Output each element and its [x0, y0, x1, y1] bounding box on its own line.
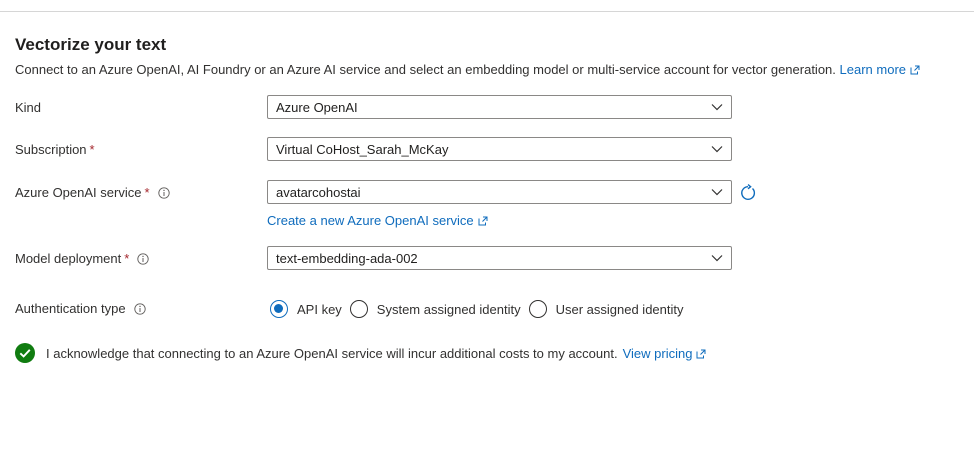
external-link-icon — [910, 65, 920, 75]
radio-user-assigned-identity[interactable]: User assigned identity — [528, 300, 684, 318]
auth-type-label-text: Authentication type — [15, 301, 126, 316]
openai-service-value: avatarcohostai — [276, 184, 361, 200]
subscription-dropdown[interactable]: Virtual CoHost_Sarah_McKay — [267, 137, 732, 161]
subscription-value: Virtual CoHost_Sarah_McKay — [276, 141, 449, 157]
external-link-icon — [478, 216, 488, 226]
acknowledgement-row: I acknowledge that connecting to an Azur… — [15, 343, 706, 363]
info-icon[interactable] — [157, 186, 170, 199]
kind-value: Azure OpenAI — [276, 99, 358, 115]
auth-type-label: Authentication type — [15, 301, 146, 316]
required-marker: * — [144, 185, 150, 200]
radio-button[interactable] — [349, 300, 368, 318]
radio-button-checked[interactable] — [270, 300, 288, 318]
top-divider — [0, 11, 974, 12]
radio-system-assigned-identity-label: System assigned identity — [376, 301, 521, 317]
radio-api-key[interactable]: API key — [270, 300, 342, 318]
chevron-down-icon — [711, 104, 723, 111]
info-icon[interactable] — [133, 302, 146, 315]
refresh-icon[interactable] — [739, 184, 757, 202]
kind-dropdown[interactable]: Azure OpenAI — [267, 95, 732, 119]
radio-user-assigned-identity-label: User assigned identity — [555, 301, 684, 317]
external-link-icon — [696, 349, 706, 358]
section-title: Vectorize your text — [15, 35, 167, 54]
subscription-label: Subscription * — [15, 142, 95, 157]
radio-button[interactable] — [528, 300, 547, 318]
chevron-down-icon — [711, 189, 723, 196]
chevron-down-icon — [711, 255, 723, 262]
learn-more-label: Learn more — [839, 62, 907, 77]
view-pricing-label: View pricing — [622, 345, 693, 361]
create-openai-service-label: Create a new Azure OpenAI service — [267, 213, 474, 228]
auth-type-radio-group: API key System assigned identity User as… — [270, 300, 692, 318]
chevron-down-icon — [711, 146, 723, 153]
kind-label-text: Kind — [15, 100, 42, 115]
openai-service-dropdown[interactable]: avatarcohostai — [267, 180, 732, 204]
kind-label: Kind — [15, 100, 41, 115]
openai-service-label: Azure OpenAI service * — [15, 185, 170, 200]
openai-service-label-text: Azure OpenAI service — [15, 185, 142, 200]
radio-system-assigned-identity[interactable]: System assigned identity — [349, 300, 521, 318]
model-deployment-value: text-embedding-ada-002 — [276, 250, 418, 266]
model-deployment-label-text: Model deployment — [15, 251, 122, 266]
checkmark-circle-icon[interactable] — [15, 343, 35, 363]
radio-api-key-label: API key — [297, 301, 342, 317]
section-description: Connect to an Azure OpenAI, AI Foundry o… — [15, 62, 920, 77]
required-marker: * — [89, 142, 95, 157]
view-pricing-link[interactable]: View pricing — [623, 346, 707, 361]
subscription-label-text: Subscription — [15, 142, 87, 157]
required-marker: * — [124, 251, 130, 266]
description-text: Connect to an Azure OpenAI, AI Foundry o… — [15, 62, 836, 77]
create-openai-service-link[interactable]: Create a new Azure OpenAI service — [267, 213, 488, 228]
model-deployment-label: Model deployment * — [15, 251, 149, 266]
model-deployment-dropdown[interactable]: text-embedding-ada-002 — [267, 246, 732, 270]
info-icon[interactable] — [137, 252, 149, 265]
learn-more-link[interactable]: Learn more — [840, 62, 920, 77]
acknowledgement-text: I acknowledge that connecting to an Azur… — [46, 345, 618, 361]
